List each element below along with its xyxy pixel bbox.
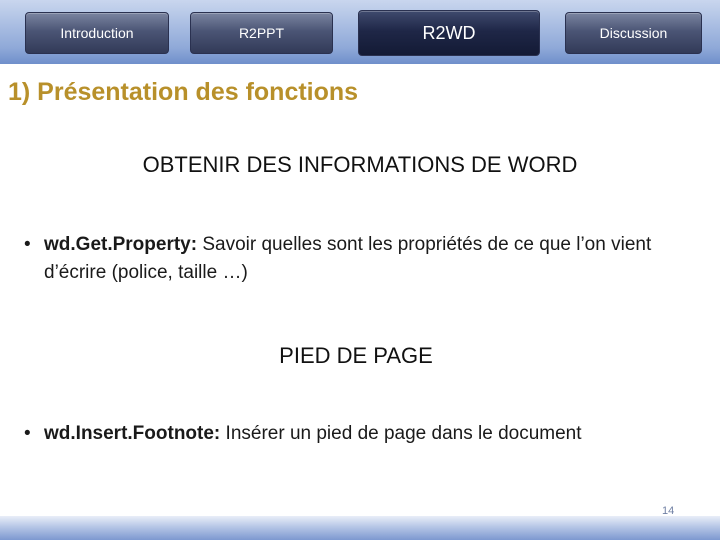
tab-introduction[interactable]: Introduction [25, 12, 169, 54]
bullet-get-property: • wd.Get.Property: Savoir quelles sont l… [24, 231, 684, 287]
section-heading-word-info: OBTENIR DES INFORMATIONS DE WORD [142, 152, 578, 177]
slide-title: 1) Présentation des fonctions [8, 78, 359, 106]
bullet-term: wd.Insert.Footnote: [44, 423, 221, 444]
tab-discussion[interactable]: Discussion [565, 12, 702, 54]
bullet-dot: • [24, 423, 31, 444]
footer-band [0, 516, 720, 540]
section-heading-footer: PIED DE PAGE [279, 343, 433, 368]
bullet-insert-footnote: • wd.Insert.Footnote: Insérer un pied de… [24, 420, 684, 448]
bullet-dot: • [24, 234, 31, 255]
bullet-text: Insérer un pied de page dans le document [220, 423, 582, 444]
tab-r2wd[interactable]: R2WD [358, 10, 540, 56]
bullet-term: wd.Get.Property: [44, 234, 198, 255]
tab-r2ppt[interactable]: R2PPT [190, 12, 333, 54]
